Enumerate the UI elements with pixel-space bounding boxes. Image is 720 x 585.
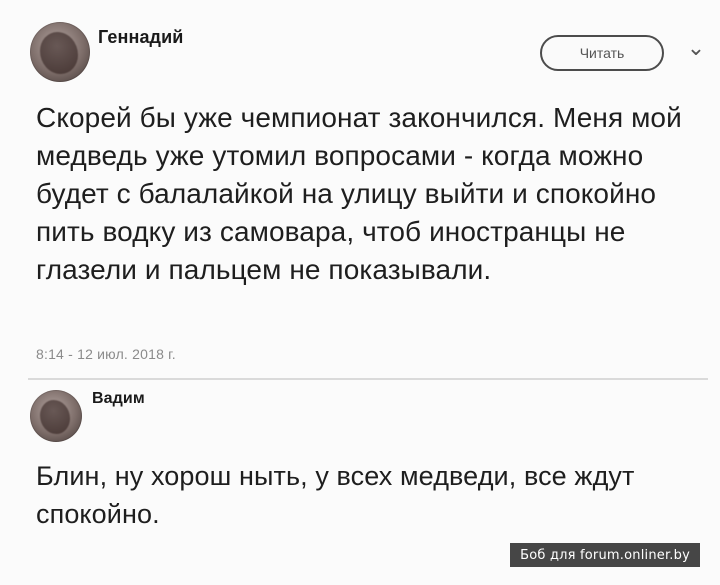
username[interactable]: Геннадий xyxy=(98,27,183,48)
username[interactable]: Вадим xyxy=(92,390,145,408)
avatar[interactable] xyxy=(30,390,82,442)
tweet-text: Скорей бы уже чемпионат закончился. Меня… xyxy=(36,102,682,285)
watermark: Боб для forum.onliner.by xyxy=(510,543,700,567)
timestamp[interactable]: 8:14 - 12 июл. 2018 г. xyxy=(36,346,176,362)
follow-button[interactable]: Читать xyxy=(540,35,664,71)
avatar[interactable] xyxy=(30,22,90,82)
tweet-post-1: Геннадий Читать ⌄ Скорей бы уже чемпиона… xyxy=(0,0,720,372)
chevron-down-icon[interactable]: ⌄ xyxy=(686,37,706,59)
tweet-text: Блин, ну хорош ныть, у всех медведи, все… xyxy=(36,461,635,529)
